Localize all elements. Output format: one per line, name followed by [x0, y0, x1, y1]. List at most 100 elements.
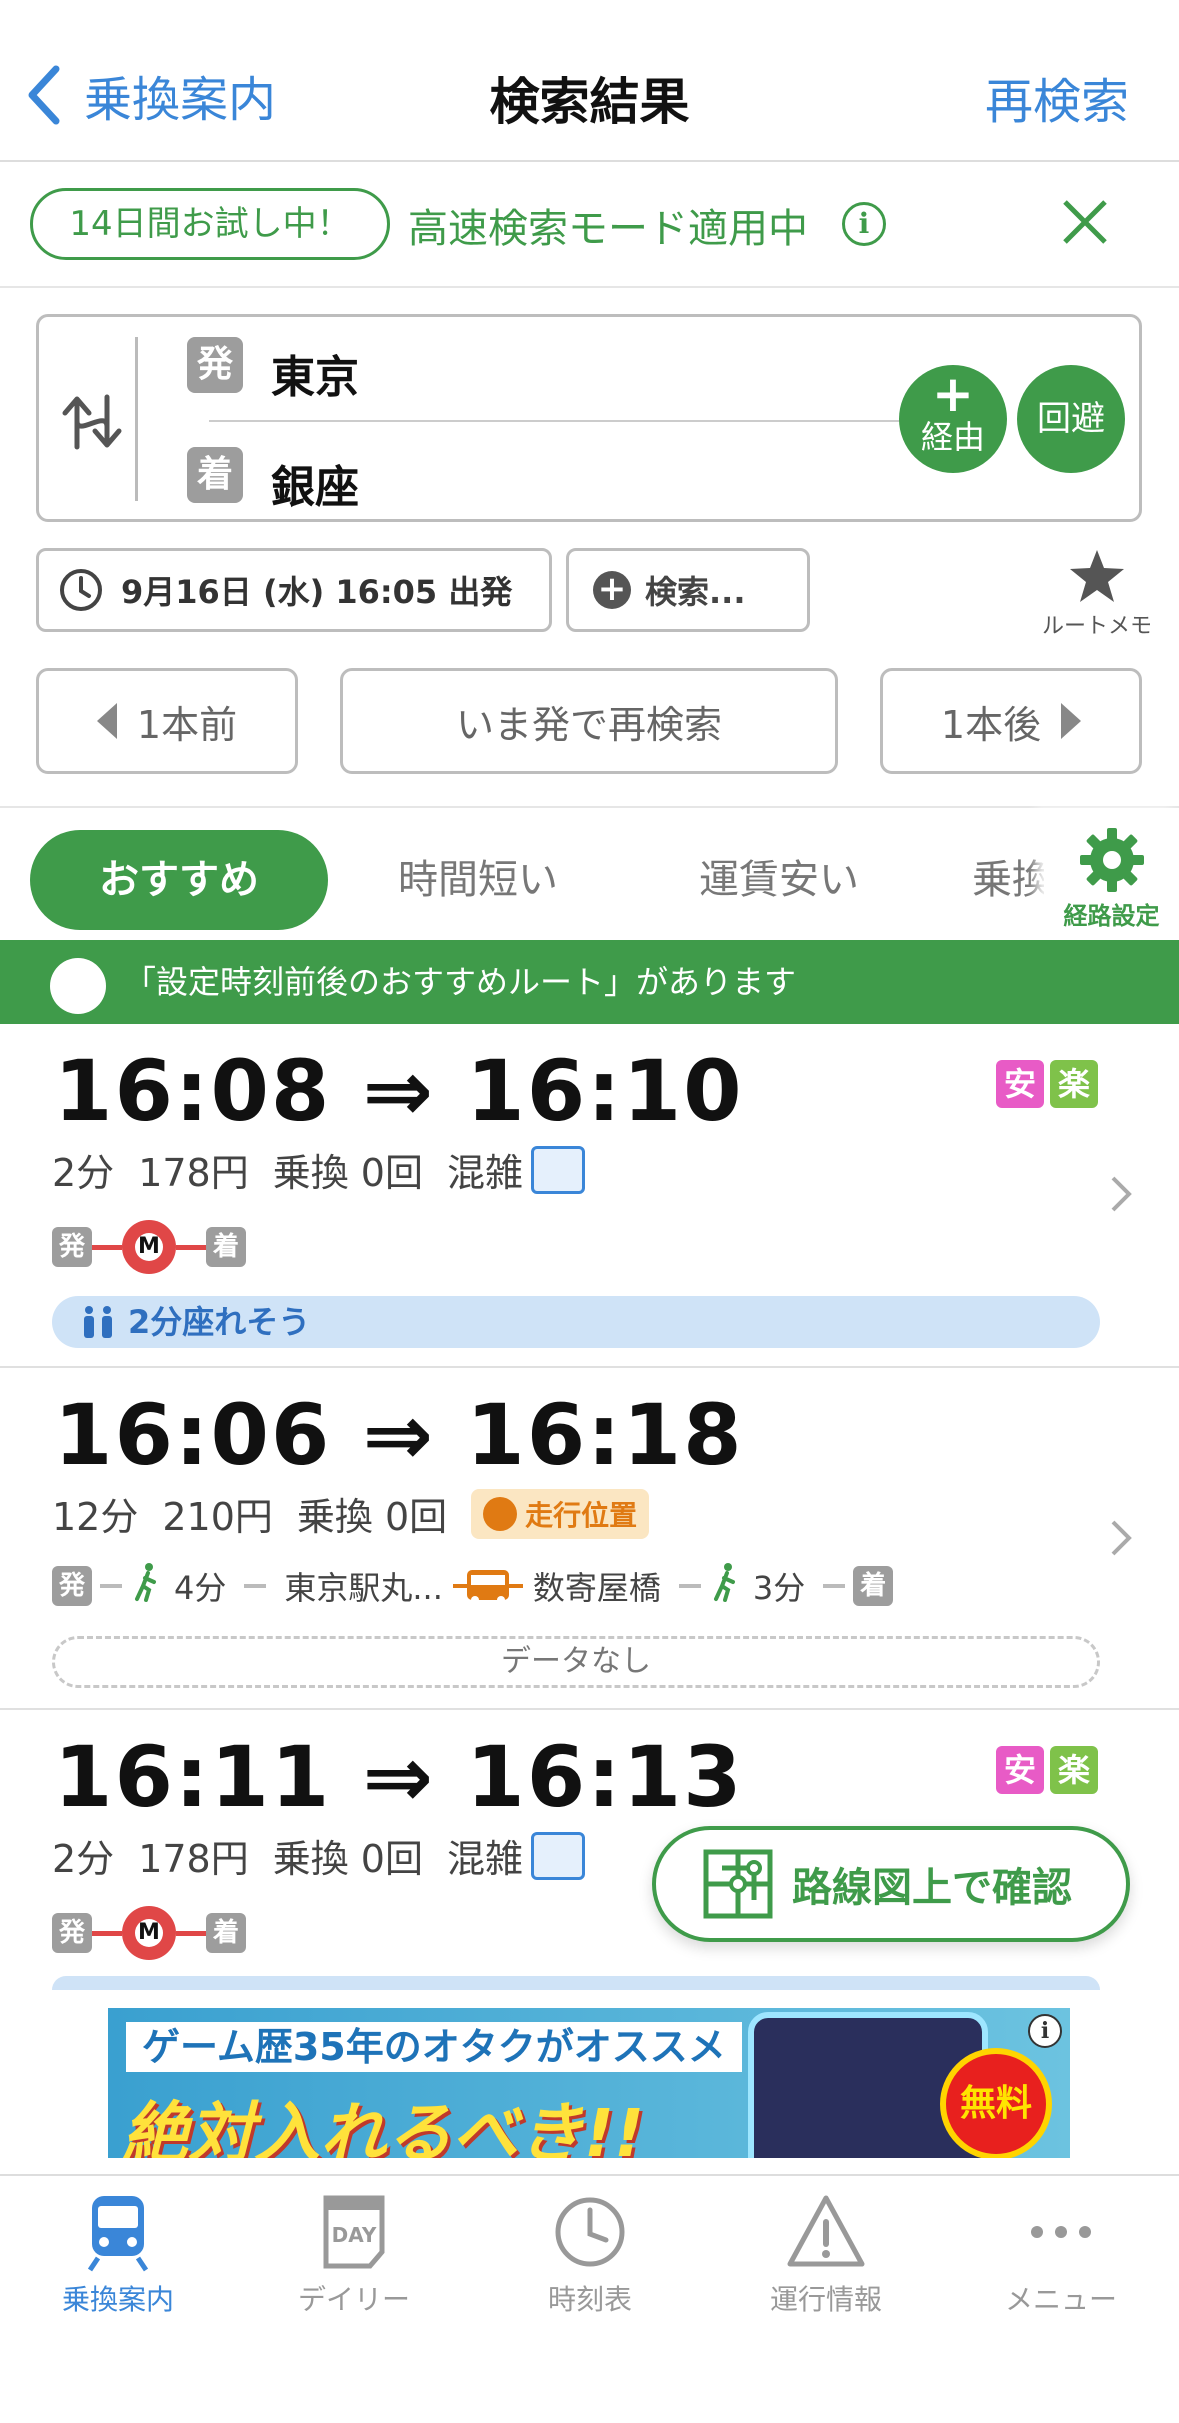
triangle-right-icon — [1061, 703, 1082, 739]
warning-icon — [787, 2195, 865, 2267]
route-duration: 2分 — [52, 1151, 115, 1195]
route-path: 発 M 着 — [52, 1906, 246, 1960]
trial-banner: 14日間お試し中！ 高速検索モード適用中 i — [0, 164, 1179, 288]
route-transfers: 乗換 0回 — [296, 1495, 448, 1539]
station-input-box: 発 東京 着 銀座 + 経由 回避 — [36, 314, 1142, 522]
to-badge: 着 — [206, 1913, 246, 1953]
chevron-right-icon — [1111, 1176, 1132, 1212]
route-path: 発 4分 東京駅丸... 数寄屋橋 3分 着 — [52, 1562, 894, 1610]
bus-icon — [483, 1496, 518, 1531]
route-summary: 12分 210円 乗換 0回 走行位置 — [52, 1486, 673, 1541]
metro-icon: M — [122, 1906, 176, 1960]
stop-name: 数寄屋橋 — [532, 1569, 661, 1607]
bus-icon — [452, 1570, 523, 1604]
clock-icon — [555, 2197, 625, 2267]
star-icon — [1070, 550, 1124, 602]
stop-name: 東京駅丸... — [284, 1569, 443, 1607]
route-memo-button[interactable]: ルートメモ — [1042, 548, 1152, 640]
plus-icon: + — [932, 365, 974, 423]
route-fare: 210円 — [162, 1495, 273, 1539]
swap-icon[interactable] — [57, 387, 127, 457]
from-station[interactable]: 東京 — [271, 341, 359, 405]
next-train-button[interactable]: 1本後 — [880, 668, 1142, 774]
crowd-icon — [531, 1831, 585, 1880]
previous-train-button[interactable]: 1本前 — [36, 668, 298, 774]
tabbar-service-info[interactable]: 運行情報 — [708, 2192, 944, 2318]
walk-icon — [709, 1562, 743, 1610]
info-icon[interactable]: i — [842, 202, 886, 246]
route-time: 16:11 ⇒ 16:13 — [54, 1728, 744, 1826]
via-button[interactable]: + 経由 — [899, 365, 1007, 473]
route-duration: 12分 — [52, 1495, 139, 1539]
tab-recommended[interactable]: おすすめ — [30, 830, 328, 930]
route-fare: 178円 — [138, 1837, 249, 1881]
recommend-notice[interactable]: 「設定時刻前後のおすすめルート」があります — [0, 940, 1179, 1024]
tabbar-label: 乗換案内 — [61, 2283, 174, 2316]
search-options-button[interactable]: + 検索... — [566, 548, 810, 632]
crowd-icon — [531, 1145, 585, 1194]
to-badge: 着 — [853, 1566, 894, 1606]
route-transfers: 乗換 0回 — [272, 1837, 423, 1881]
mascot-icon — [50, 958, 106, 1014]
no-data-bar: データなし — [52, 1636, 1100, 1688]
free-badge: 無料 — [940, 2048, 1052, 2158]
seat-icon — [84, 1306, 112, 1338]
route-duration: 2分 — [52, 1837, 115, 1881]
cheap-tag: 安 — [996, 1060, 1044, 1108]
route-crowd: 混雑 — [446, 1837, 523, 1881]
walk-duration: 4分 — [174, 1569, 227, 1607]
line-segment — [823, 1584, 846, 1588]
to-station[interactable]: 銀座 — [271, 451, 359, 515]
plus-circle-icon: + — [593, 571, 631, 609]
advertisement-banner[interactable]: ゲーム歴35年のオタクがオススメ 絶対入れるべき!! 無料 i — [108, 2008, 1070, 2158]
route-summary: 2分 178円 乗換 0回 混雑 — [52, 1142, 609, 1197]
tabbar-daily[interactable]: DAY デイリー — [236, 2192, 472, 2318]
easy-tag: 楽 — [1050, 1060, 1098, 1108]
tabbar-label: 時刻表 — [547, 2283, 632, 2316]
from-badge: 発 — [187, 337, 243, 393]
tab-cheapest[interactable]: 運賃安い — [664, 830, 894, 930]
datetime-label: 9月16日 (水) 16:05 出発 — [121, 573, 513, 611]
tabbar-transfer[interactable]: 乗換案内 — [0, 2192, 236, 2318]
via-label: 経由 — [920, 418, 985, 456]
seat-text: 2分座れそう — [128, 1303, 311, 1341]
tabbar-label: デイリー — [297, 2283, 410, 2316]
cheap-tag: 安 — [996, 1746, 1044, 1794]
avoid-button[interactable]: 回避 — [1017, 365, 1125, 473]
tabbar-menu[interactable]: メニュー — [943, 2192, 1179, 2318]
seat-availability-bar — [52, 1976, 1100, 1990]
route-settings-button[interactable]: 経路設定 — [1044, 808, 1179, 942]
easy-tag: 楽 — [1050, 1746, 1098, 1794]
route-map-button[interactable]: 路線図上で確認 — [652, 1826, 1130, 1942]
close-icon[interactable] — [1057, 194, 1113, 250]
route-fare: 178円 — [138, 1151, 249, 1195]
datetime-button[interactable]: 9月16日 (水) 16:05 出発 — [36, 548, 552, 632]
walk-duration: 3分 — [752, 1569, 806, 1607]
run-position-badge[interactable]: 走行位置 — [471, 1488, 650, 1539]
search-now-button[interactable]: いま発で再検索 — [340, 668, 838, 774]
tab-shortest[interactable]: 時間短い — [368, 830, 588, 930]
trial-badge: 14日間お試し中！ — [30, 188, 390, 260]
research-button[interactable]: 再検索 — [985, 62, 1129, 132]
line-segment — [176, 1244, 206, 1250]
notice-text: 「設定時刻前後のおすすめルート」があります — [124, 963, 797, 1001]
line-segment — [92, 1244, 122, 1250]
run-position-label: 走行位置 — [525, 1498, 638, 1532]
route-card[interactable]: 16:08 ⇒ 16:10 安 楽 2分 178円 乗換 0回 混雑 発 M 着… — [0, 1024, 1179, 1368]
route-crowd: 混雑 — [446, 1151, 523, 1195]
more-icon — [1031, 2226, 1091, 2238]
from-badge: 発 — [52, 1227, 92, 1267]
ad-tagline: 絶対入れるべき!! — [122, 2095, 645, 2158]
tabbar-timetable[interactable]: 時刻表 — [472, 2192, 708, 2318]
divider — [135, 337, 138, 501]
ad-info-icon[interactable]: i — [1028, 2014, 1062, 2048]
metro-icon: M — [122, 1220, 176, 1274]
train-icon — [87, 2196, 149, 2272]
line-segment — [678, 1584, 701, 1588]
route-memo-label: ルートメモ — [1042, 614, 1153, 639]
previous-train-label: 1本前 — [136, 702, 238, 747]
divider — [209, 420, 949, 422]
next-train-label: 1本後 — [940, 702, 1042, 747]
tabbar-label: 運行情報 — [769, 2283, 882, 2316]
route-card[interactable]: 16:06 ⇒ 16:18 12分 210円 乗換 0回 走行位置 発 4分 東… — [0, 1368, 1179, 1710]
